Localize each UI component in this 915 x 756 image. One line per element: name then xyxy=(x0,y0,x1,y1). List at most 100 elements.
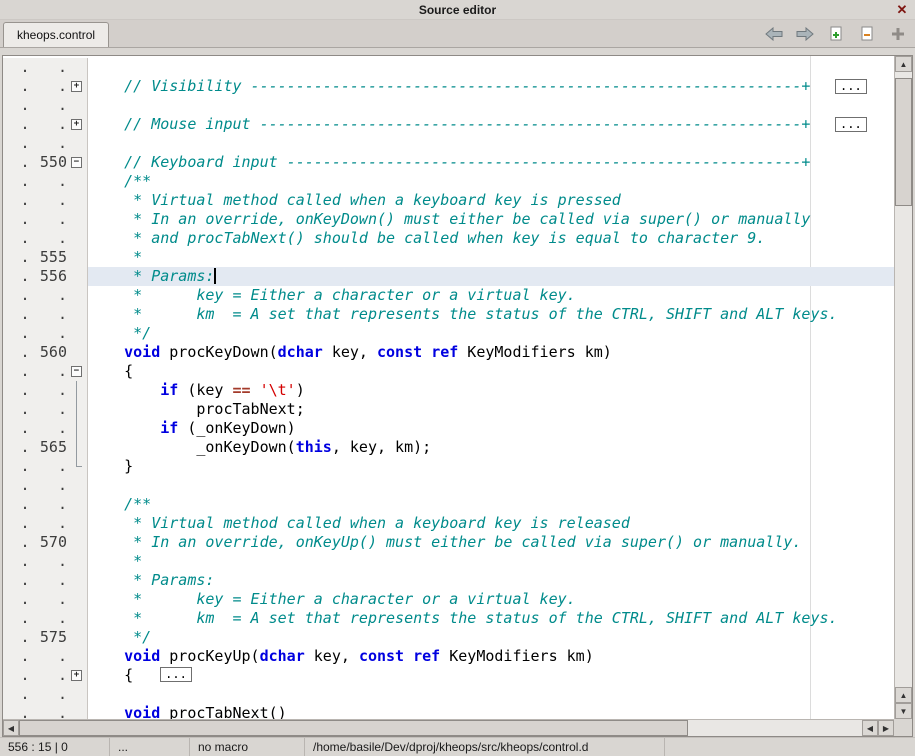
code-text[interactable]: if (key == '\t') xyxy=(88,381,894,400)
code-line[interactable]: .. xyxy=(3,58,894,77)
code-line[interactable]: .. * key = Either a character or a virtu… xyxy=(3,590,894,609)
gutter-dot: . xyxy=(17,115,33,134)
vertical-scrollbar[interactable]: ▲ ▲ ▼ xyxy=(894,56,912,719)
fold-toggle[interactable]: − xyxy=(71,157,82,168)
code-text[interactable]: * Virtual method called when a keyboard … xyxy=(88,514,894,533)
code-text[interactable]: // Visibility --------------------------… xyxy=(88,77,894,96)
code-text[interactable]: * Params: xyxy=(88,267,894,286)
fold-toggle[interactable]: + xyxy=(71,119,82,130)
code-text[interactable]: void procKeyUp(dchar key, const ref KeyM… xyxy=(88,647,894,666)
scroll-left-button-right[interactable]: ◀ xyxy=(862,720,878,736)
code-text[interactable]: * and procTabNext() should be called whe… xyxy=(88,229,894,248)
code-editor[interactable]: ....+ // Visibility --------------------… xyxy=(3,56,894,719)
close-document-icon xyxy=(859,26,875,42)
code-text[interactable]: procTabNext; xyxy=(88,400,894,419)
code-line[interactable]: .. /** xyxy=(3,172,894,191)
code-line[interactable]: .. * xyxy=(3,552,894,571)
code-text[interactable]: * key = Either a character or a virtual … xyxy=(88,286,894,305)
code-text[interactable]: * In an override, onKeyUp() must either … xyxy=(88,533,894,552)
code-line[interactable]: .. xyxy=(3,476,894,495)
dock-pin-button[interactable] xyxy=(887,24,909,44)
code-text[interactable]: * km = A set that represents the status … xyxy=(88,609,894,628)
code-text[interactable]: * Virtual method called when a keyboard … xyxy=(88,191,894,210)
code-line[interactable]: ..+ // Visibility ----------------------… xyxy=(3,77,894,96)
code-line[interactable]: .. void procKeyUp(dchar key, const ref K… xyxy=(3,647,894,666)
code-text[interactable] xyxy=(88,134,894,153)
code-text[interactable]: * xyxy=(88,552,894,571)
close-window-button[interactable]: ✕ xyxy=(894,2,910,18)
horizontal-scrollbar-thumb[interactable] xyxy=(19,720,688,736)
code-line[interactable]: .560 void procKeyDown(dchar key, const r… xyxy=(3,343,894,362)
code-line[interactable]: .. procTabNext; xyxy=(3,400,894,419)
code-line[interactable]: .. xyxy=(3,134,894,153)
code-line[interactable]: .. * km = A set that represents the stat… xyxy=(3,609,894,628)
code-line[interactable]: .556 * Params: xyxy=(3,267,894,286)
code-text[interactable]: * km = A set that represents the status … xyxy=(88,305,894,324)
scroll-up-button[interactable]: ▲ xyxy=(895,56,912,72)
code-line[interactable]: .. * key = Either a character or a virtu… xyxy=(3,286,894,305)
code-text[interactable]: if (_onKeyDown) xyxy=(88,419,894,438)
code-line[interactable]: .. * km = A set that represents the stat… xyxy=(3,305,894,324)
scroll-left-button[interactable]: ◀ xyxy=(3,720,19,736)
code-line[interactable]: .. * and procTabNext() should be called … xyxy=(3,229,894,248)
code-text[interactable]: } xyxy=(88,457,894,476)
scroll-up-button-bottom[interactable]: ▲ xyxy=(895,687,912,703)
code-text[interactable]: { xyxy=(88,362,894,381)
code-text[interactable]: // Keyboard input ----------------------… xyxy=(88,153,894,172)
code-text[interactable] xyxy=(88,476,894,495)
code-line[interactable]: ..− { xyxy=(3,362,894,381)
code-line[interactable]: .550− // Keyboard input ----------------… xyxy=(3,153,894,172)
code-text[interactable]: * key = Either a character or a virtual … xyxy=(88,590,894,609)
code-line[interactable]: .. * Virtual method called when a keyboa… xyxy=(3,514,894,533)
code-line[interactable]: .. } xyxy=(3,457,894,476)
vertical-scrollbar-thumb[interactable] xyxy=(895,78,912,206)
code-line[interactable]: ..+ // Mouse input ---------------------… xyxy=(3,115,894,134)
code-text[interactable]: * xyxy=(88,248,894,267)
code-line[interactable]: .. * Params: xyxy=(3,571,894,590)
code-text[interactable]: /** xyxy=(88,495,894,514)
code-line[interactable]: ..+ {... xyxy=(3,666,894,685)
code-text[interactable]: */ xyxy=(88,324,894,343)
code-line[interactable]: .575 */ xyxy=(3,628,894,647)
code-line[interactable]: .. if (key == '\t') xyxy=(3,381,894,400)
code-text[interactable]: void procKeyDown(dchar key, const ref Ke… xyxy=(88,343,894,362)
code-text[interactable]: {... xyxy=(88,666,894,685)
tab-kheops-control[interactable]: kheops.control xyxy=(3,22,109,47)
scroll-down-button[interactable]: ▼ xyxy=(895,703,912,719)
code-text[interactable] xyxy=(88,96,894,115)
code-line[interactable]: .555 * xyxy=(3,248,894,267)
code-text[interactable]: /** xyxy=(88,172,894,191)
code-line[interactable]: .. */ xyxy=(3,324,894,343)
code-line[interactable]: .. * Virtual method called when a keyboa… xyxy=(3,191,894,210)
fold-toggle[interactable]: + xyxy=(71,81,82,92)
code-line[interactable]: .565 _onKeyDown(this, key, km); xyxy=(3,438,894,457)
gutter-cell: .. xyxy=(3,457,88,476)
code-text[interactable] xyxy=(88,58,894,77)
code-line[interactable]: .. void procTabNext() xyxy=(3,704,894,719)
code-line[interactable]: .. /** xyxy=(3,495,894,514)
fold-ellipsis[interactable]: ... xyxy=(835,117,867,132)
scroll-right-button[interactable]: ▶ xyxy=(878,720,894,736)
horizontal-scrollbar[interactable]: ◀ ◀ ▶ xyxy=(3,719,894,736)
code-line[interactable]: .. xyxy=(3,96,894,115)
go-back-button[interactable] xyxy=(763,24,785,44)
code-text[interactable] xyxy=(88,685,894,704)
code-text[interactable]: // Mouse input -------------------------… xyxy=(88,115,894,134)
code-line[interactable]: .. if (_onKeyDown) xyxy=(3,419,894,438)
code-text[interactable]: * Params: xyxy=(88,571,894,590)
fold-ellipsis[interactable]: ... xyxy=(160,667,192,682)
fold-ellipsis[interactable]: ... xyxy=(835,79,867,94)
code-line[interactable]: .570 * In an override, onKeyUp() must ei… xyxy=(3,533,894,552)
code-text[interactable]: _onKeyDown(this, key, km); xyxy=(88,438,894,457)
close-document-button[interactable] xyxy=(856,24,878,44)
new-document-button[interactable] xyxy=(825,24,847,44)
go-forward-button[interactable] xyxy=(794,24,816,44)
code-text[interactable]: * In an override, onKeyDown() must eithe… xyxy=(88,210,894,229)
line-number: . xyxy=(33,286,67,305)
code-line[interactable]: .. * In an override, onKeyDown() must ei… xyxy=(3,210,894,229)
fold-toggle[interactable]: − xyxy=(71,366,82,377)
code-text[interactable]: */ xyxy=(88,628,894,647)
fold-toggle[interactable]: + xyxy=(71,670,82,681)
code-line[interactable]: .. xyxy=(3,685,894,704)
code-text[interactable]: void procTabNext() xyxy=(88,704,894,719)
